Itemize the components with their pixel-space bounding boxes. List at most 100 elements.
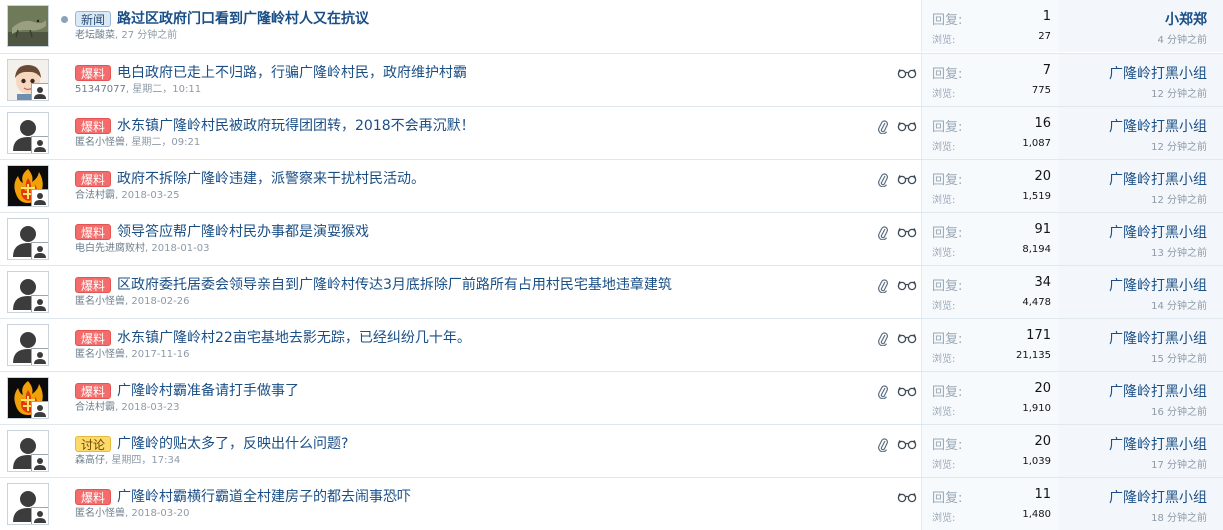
avatar[interactable] [7, 59, 49, 101]
glasses-watch-icon [897, 120, 917, 135]
thread-meta: 老坛酸菜, 27 分钟之前 [75, 29, 177, 43]
last-post-time[interactable]: 13 分钟之前 [1151, 244, 1207, 259]
last-post-info: 广隆岭打黑小组 12 分钟之前 [1059, 54, 1223, 106]
thread-meta: 匿名小怪兽, 2018-02-26 [75, 295, 189, 309]
user-badge-icon [31, 83, 48, 100]
thread-title-link[interactable]: 区政府委托居委会领导亲自到广隆岭村传达3月底拆除厂前路所有占用村民宅基地违章建筑 [117, 275, 672, 295]
thread-prefix-badge[interactable]: 爆料 [75, 383, 112, 399]
thread-start-date: 星期二，10:11 [132, 84, 202, 95]
thread-status-icons [878, 438, 918, 455]
last-post-time[interactable]: 17 分钟之前 [1151, 456, 1207, 471]
thread-author[interactable]: 匿名小怪兽 [75, 296, 125, 307]
thread-prefix-badge[interactable]: 爆料 [75, 171, 112, 187]
thread-author[interactable]: 电白先进腐败村 [75, 243, 145, 254]
thread-author[interactable]: 合法村霸 [75, 190, 115, 201]
thread-main: 爆料 区政府委托居委会领导亲自到广隆岭村传达3月底拆除厂前路所有占用村民宅基地违… [60, 266, 920, 318]
thread-main: 爆料 广隆岭村霸横行霸道全村建房子的都去闹事恐吓 匿名小怪兽, 2018-03-… [60, 478, 920, 530]
thread-title-link[interactable]: 广隆岭村霸横行霸道全村建房子的都去闹事恐吓 [117, 487, 411, 507]
last-post-time[interactable]: 15 分钟之前 [1151, 350, 1207, 365]
last-post-info: 小郑郑 4 分钟之前 [1059, 0, 1223, 52]
thread-prefix-badge[interactable]: 新闻 [75, 11, 112, 27]
thread-meta: 51347077, 星期二，10:11 [75, 83, 201, 97]
thread-author[interactable]: 老坛酸菜 [75, 30, 115, 41]
thread-meta: 匿名小怪兽, 2017-11-16 [75, 348, 189, 362]
avatar[interactable] [7, 218, 49, 260]
last-poster-link[interactable]: 广隆岭打黑小组 [1109, 116, 1207, 136]
avatar[interactable] [7, 430, 49, 472]
thread-title-link[interactable]: 路过区政府门口看到广隆岭村人又在抗议 [117, 9, 369, 29]
last-post-time[interactable]: 4 分钟之前 [1157, 31, 1207, 46]
thread-author[interactable]: 匿名小怪兽 [75, 137, 125, 148]
thread-row: 爆料 区政府委托居委会领导亲自到广隆岭村传达3月底拆除厂前路所有占用村民宅基地违… [0, 265, 1223, 318]
last-poster-link[interactable]: 广隆岭打黑小组 [1109, 275, 1207, 295]
thread-meta: 森高仔, 星期四，17:34 [75, 454, 180, 468]
thread-author[interactable]: 51347077 [75, 84, 126, 95]
thread-title-link[interactable]: 领导答应帮广隆岭村民办事都是演耍猴戏 [117, 222, 369, 242]
last-post-time[interactable]: 16 分钟之前 [1151, 403, 1207, 418]
last-post-time[interactable]: 14 分钟之前 [1151, 297, 1207, 312]
thread-title-link[interactable]: 电白政府已走上不归路，行骗广隆岭村民，政府维护村霸 [117, 63, 467, 83]
thread-row: 新闻 路过区政府门口看到广隆岭村人又在抗议 老坛酸菜, 27 分钟之前 回复: … [0, 0, 1223, 53]
thread-author[interactable]: 合法村霸 [75, 402, 115, 413]
last-poster-link[interactable]: 广隆岭打黑小组 [1109, 169, 1207, 189]
thread-list: 新闻 路过区政府门口看到广隆岭村人又在抗议 老坛酸菜, 27 分钟之前 回复: … [0, 0, 1223, 530]
avatar[interactable] [7, 324, 49, 366]
paperclip-icon [878, 173, 888, 190]
thread-title-link[interactable]: 广隆岭的贴太多了，反映出什么问题? [117, 434, 348, 454]
thread-main: 爆料 政府不拆除广隆岭违建，派警察来干扰村民活动。 合法村霸, 2018-03-… [60, 160, 920, 212]
last-post-time[interactable]: 12 分钟之前 [1151, 138, 1207, 153]
thread-status-icons [878, 491, 918, 505]
thread-title-link[interactable]: 政府不拆除广隆岭违建，派警察来干扰村民活动。 [117, 169, 425, 189]
thread-start-date: 2018-03-20 [131, 508, 190, 519]
thread-main: 爆料 水东镇广隆岭村22亩宅基地去影无踪，已经纠纷几十年。 匿名小怪兽, 201… [60, 319, 920, 371]
thread-prefix-badge[interactable]: 讨论 [75, 436, 112, 452]
thread-title-link[interactable]: 广隆岭村霸准备请打手做事了 [117, 381, 299, 401]
views-count: 1,087 [1022, 138, 1051, 149]
thread-author[interactable]: 森高仔 [75, 455, 105, 466]
paperclip-icon [878, 226, 888, 243]
avatar[interactable] [7, 5, 49, 47]
thread-title-link[interactable]: 水东镇广隆岭村民被政府玩得团团转，2018不会再沉默！ [117, 116, 475, 136]
paperclip-icon [878, 438, 888, 455]
last-post-time[interactable]: 12 分钟之前 [1151, 191, 1207, 206]
thread-prefix-badge[interactable]: 爆料 [75, 118, 112, 134]
thread-title-link[interactable]: 水东镇广隆岭村22亩宅基地去影无踪，已经纠纷几十年。 [117, 328, 471, 348]
thread-prefix-badge[interactable]: 爆料 [75, 224, 112, 240]
replies-count: 1 [1042, 9, 1051, 24]
last-poster-link[interactable]: 广隆岭打黑小组 [1109, 222, 1207, 242]
last-post-info: 广隆岭打黑小组 13 分钟之前 [1059, 213, 1223, 265]
thread-prefix-badge[interactable]: 爆料 [75, 489, 112, 505]
last-post-time[interactable]: 18 分钟之前 [1151, 509, 1207, 524]
views-count: 775 [1031, 85, 1051, 96]
glasses-watch-icon [897, 332, 917, 347]
replies-label: 回复: [932, 120, 963, 135]
avatar[interactable] [7, 271, 49, 313]
thread-stats: 回复: 91 浏览: 8,194 [921, 213, 1059, 265]
thread-start-date: 星期二，09:21 [131, 137, 201, 148]
avatar[interactable] [7, 112, 49, 154]
views-count: 1,480 [1022, 509, 1051, 520]
avatar[interactable] [7, 165, 49, 207]
last-post-time[interactable]: 12 分钟之前 [1151, 85, 1207, 100]
last-poster-link[interactable]: 广隆岭打黑小组 [1109, 487, 1207, 507]
last-poster-link[interactable]: 广隆岭打黑小组 [1109, 328, 1207, 348]
thread-row: 爆料 水东镇广隆岭村民被政府玩得团团转，2018不会再沉默！ 匿名小怪兽, 星期… [0, 106, 1223, 159]
views-label: 浏览: [932, 248, 956, 259]
last-poster-link[interactable]: 广隆岭打黑小组 [1109, 434, 1207, 454]
lizard-photo-avatar-image [8, 6, 48, 46]
thread-prefix-badge[interactable]: 爆料 [75, 277, 112, 293]
thread-prefix-badge[interactable]: 爆料 [75, 330, 112, 346]
avatar[interactable] [7, 377, 49, 419]
thread-main: 爆料 电白政府已走上不归路，行骗广隆岭村民，政府维护村霸 51347077, 星… [60, 54, 920, 106]
thread-author[interactable]: 匿名小怪兽 [75, 508, 125, 519]
views-label: 浏览: [932, 301, 956, 312]
last-poster-link[interactable]: 小郑郑 [1165, 9, 1207, 29]
views-count: 1,039 [1022, 456, 1051, 467]
last-poster-link[interactable]: 广隆岭打黑小组 [1109, 381, 1207, 401]
thread-prefix-badge[interactable]: 爆料 [75, 65, 112, 81]
last-poster-link[interactable]: 广隆岭打黑小组 [1109, 63, 1207, 83]
replies-count: 16 [1034, 116, 1051, 131]
thread-author[interactable]: 匿名小怪兽 [75, 349, 125, 360]
thread-row: 爆料 政府不拆除广隆岭违建，派警察来干扰村民活动。 合法村霸, 2018-03-… [0, 159, 1223, 212]
thread-main: 讨论 广隆岭的贴太多了，反映出什么问题? 森高仔, 星期四，17:34 [60, 425, 920, 477]
